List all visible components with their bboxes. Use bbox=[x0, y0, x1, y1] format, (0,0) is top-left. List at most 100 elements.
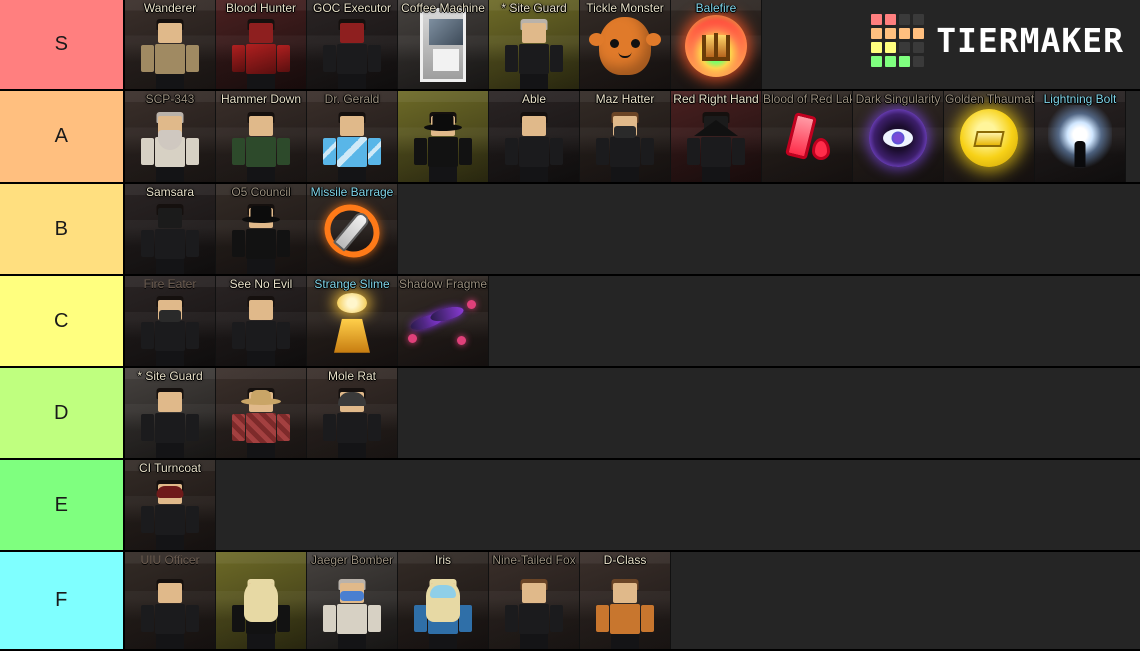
tier-item[interactable]: Samsara bbox=[125, 184, 216, 274]
tier-label-f[interactable]: F bbox=[0, 552, 125, 649]
tier-item-label: Nine-Tailed Fox bbox=[492, 553, 576, 567]
tier-item[interactable]: Coffee Machine bbox=[398, 0, 489, 89]
tier-row-d: D * Site Guard Mole Rat bbox=[0, 368, 1140, 460]
avatar bbox=[594, 577, 656, 649]
tier-item[interactable]: Iris bbox=[398, 552, 489, 649]
tier-item[interactable]: Dark Singularity bbox=[853, 91, 944, 182]
tier-item[interactable]: SCP-343 bbox=[125, 91, 216, 182]
tier-item-label: CI Turncoat bbox=[138, 461, 202, 475]
golden-thaumaturgy-art bbox=[960, 109, 1018, 168]
tier-item[interactable]: Hammer Down bbox=[216, 91, 307, 182]
tier-item-label: Hammer Down bbox=[220, 92, 301, 106]
coffee-machine-art bbox=[420, 7, 466, 82]
tier-item[interactable]: Blood Hunter bbox=[216, 0, 307, 89]
tier-item[interactable]: Wanderer bbox=[125, 0, 216, 89]
tier-item-label: D-Class bbox=[603, 553, 647, 567]
tier-item[interactable]: Missile Barrage bbox=[307, 184, 398, 274]
logo-cell-1 bbox=[885, 14, 897, 25]
tier-rows: S Wanderer Blood Hunter GOC Executor Coffee … bbox=[0, 0, 1140, 651]
tier-item[interactable]: Jaeger Bomber bbox=[307, 552, 398, 649]
tier-item[interactable]: Maz Hatter bbox=[580, 91, 671, 182]
tier-row-c: C Fire Eater See No Evil Strange Slime Shado… bbox=[0, 276, 1140, 368]
tier-label-b[interactable]: B bbox=[0, 184, 125, 274]
tier-row-f: F UIU Officer Jaeger Bomber Iris Nine-Tailed… bbox=[0, 552, 1140, 651]
tier-item[interactable]: Fire Eater bbox=[125, 276, 216, 366]
tier-item[interactable]: O5 Council bbox=[216, 184, 307, 274]
avatar bbox=[230, 294, 292, 366]
tier-label-e[interactable]: E bbox=[0, 460, 125, 550]
tier-item[interactable]: Lightning Bolt bbox=[1035, 91, 1126, 182]
avatar bbox=[594, 110, 656, 182]
logo-cell-15 bbox=[913, 56, 925, 67]
avatar bbox=[230, 202, 292, 274]
tier-item-label: Jaeger Bomber bbox=[310, 553, 394, 567]
logo-cell-7 bbox=[913, 28, 925, 39]
avatar bbox=[412, 110, 474, 182]
tier-item[interactable]: GOC Executor bbox=[307, 0, 398, 89]
tier-item-label: Strange Slime bbox=[314, 277, 390, 291]
tier-item[interactable] bbox=[216, 552, 307, 649]
tier-items-f[interactable]: UIU Officer Jaeger Bomber Iris Nine-Tailed … bbox=[125, 552, 1140, 649]
tier-item[interactable]: Shadow Fragment bbox=[398, 276, 489, 366]
tier-items-d[interactable]: * Site Guard Mole Rat bbox=[125, 368, 1140, 458]
tier-item[interactable] bbox=[398, 91, 489, 182]
tier-item[interactable]: Strange Slime bbox=[307, 276, 398, 366]
tier-item-label: * Site Guard bbox=[501, 1, 567, 15]
avatar bbox=[230, 386, 292, 458]
avatar bbox=[139, 577, 201, 649]
tier-item-label: SCP-343 bbox=[145, 92, 195, 106]
tier-item-label: Fire Eater bbox=[143, 277, 197, 291]
missile-barrage-art bbox=[314, 194, 390, 268]
tier-items-b[interactable]: Samsara O5 Council Missile Barrage bbox=[125, 184, 1140, 274]
tier-item[interactable]: Nine-Tailed Fox bbox=[489, 552, 580, 649]
tier-item-label: Coffee Machine bbox=[401, 1, 485, 15]
tier-items-c[interactable]: Fire Eater See No Evil Strange Slime Shadow… bbox=[125, 276, 1140, 366]
tier-row-e: E CI Turncoat bbox=[0, 460, 1140, 552]
avatar bbox=[230, 110, 292, 182]
logo-cell-14 bbox=[899, 56, 911, 67]
tier-item[interactable]: See No Evil bbox=[216, 276, 307, 366]
tier-item-art bbox=[398, 91, 488, 182]
tier-item[interactable]: Tickle Monster bbox=[580, 0, 671, 89]
avatar bbox=[139, 17, 201, 89]
logo-cell-3 bbox=[913, 14, 925, 25]
balefire-art bbox=[685, 15, 747, 78]
tier-label-s[interactable]: S bbox=[0, 0, 125, 89]
tier-item[interactable]: Able bbox=[489, 91, 580, 182]
tier-item[interactable] bbox=[216, 368, 307, 458]
tier-items-e[interactable]: CI Turncoat bbox=[125, 460, 1140, 550]
tier-item-label: Balefire bbox=[695, 1, 737, 15]
avatar bbox=[503, 110, 565, 182]
tier-item[interactable]: D-Class bbox=[580, 552, 671, 649]
tier-item-label: Missile Barrage bbox=[310, 185, 394, 199]
tier-item[interactable]: Blood of Red Lake bbox=[762, 91, 853, 182]
tier-label-c[interactable]: C bbox=[0, 276, 125, 366]
tier-item[interactable]: Golden Thaumaturgy bbox=[944, 91, 1035, 182]
tier-label-a[interactable]: A bbox=[0, 91, 125, 182]
avatar bbox=[321, 17, 383, 89]
tier-item[interactable]: Mole Rat bbox=[307, 368, 398, 458]
tier-item[interactable]: Balefire bbox=[671, 0, 762, 89]
tier-item-label: Iris bbox=[435, 553, 451, 567]
tier-item[interactable]: Red Right Hand bbox=[671, 91, 762, 182]
avatar bbox=[139, 294, 201, 366]
tier-item-art bbox=[216, 552, 306, 649]
avatar bbox=[230, 17, 292, 89]
tiermaker-wordmark: TIERMAKER bbox=[936, 21, 1124, 60]
tier-items-a[interactable]: SCP-343 Hammer Down Dr. Gerald Able Maz Hatt… bbox=[125, 91, 1140, 182]
avatar bbox=[685, 110, 747, 182]
tier-item[interactable]: Dr. Gerald bbox=[307, 91, 398, 182]
tier-item[interactable]: * Site Guard bbox=[125, 368, 216, 458]
tier-item-label: Lightning Bolt bbox=[1043, 92, 1117, 106]
tier-item-label: * Site Guard bbox=[137, 369, 203, 383]
tier-item[interactable]: * Site Guard bbox=[489, 0, 580, 89]
avatar bbox=[230, 577, 292, 649]
tier-label-d[interactable]: D bbox=[0, 368, 125, 458]
logo-cell-0 bbox=[871, 14, 883, 25]
tier-item-label: Blood of Red Lake bbox=[763, 92, 852, 106]
tier-item[interactable]: UIU Officer bbox=[125, 552, 216, 649]
tier-item[interactable]: CI Turncoat bbox=[125, 460, 216, 550]
logo-cell-8 bbox=[871, 42, 883, 53]
tier-item-label: Dr. Gerald bbox=[324, 92, 380, 106]
tier-item-label: O5 Council bbox=[231, 185, 291, 199]
